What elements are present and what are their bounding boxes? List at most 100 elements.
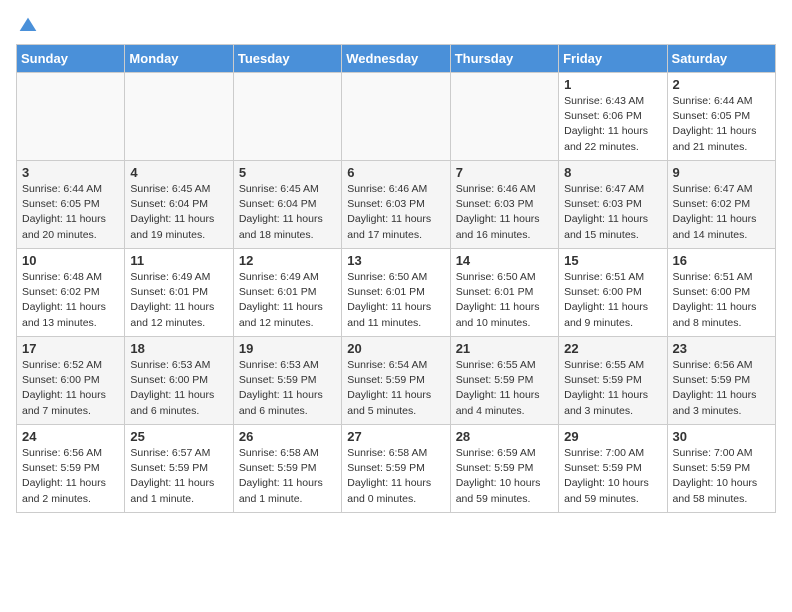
day-number: 17: [22, 341, 119, 356]
day-number: 19: [239, 341, 336, 356]
day-info: Sunrise: 6:45 AM Sunset: 6:04 PM Dayligh…: [239, 182, 336, 243]
calendar-cell: 22 Sunrise: 6:55 AM Sunset: 5:59 PM Dayli…: [559, 337, 667, 425]
day-info: Sunrise: 6:49 AM Sunset: 6:01 PM Dayligh…: [239, 270, 336, 331]
day-number: 27: [347, 429, 444, 444]
day-number: 21: [456, 341, 553, 356]
day-number: 15: [564, 253, 661, 268]
day-number: 30: [673, 429, 770, 444]
calendar-cell: 2 Sunrise: 6:44 AM Sunset: 6:05 PM Daylig…: [667, 73, 775, 161]
week-row-2: 3 Sunrise: 6:44 AM Sunset: 6:05 PM Daylig…: [17, 161, 776, 249]
calendar-header-row: SundayMondayTuesdayWednesdayThursdayFrid…: [17, 45, 776, 73]
weekday-header-wednesday: Wednesday: [342, 45, 450, 73]
day-number: 14: [456, 253, 553, 268]
calendar-cell: 20 Sunrise: 6:54 AM Sunset: 5:59 PM Dayli…: [342, 337, 450, 425]
weekday-header-saturday: Saturday: [667, 45, 775, 73]
day-info: Sunrise: 6:53 AM Sunset: 6:00 PM Dayligh…: [130, 358, 227, 419]
calendar-cell: 24 Sunrise: 6:56 AM Sunset: 5:59 PM Dayli…: [17, 425, 125, 513]
day-info: Sunrise: 6:55 AM Sunset: 5:59 PM Dayligh…: [456, 358, 553, 419]
calendar-cell: 30 Sunrise: 7:00 AM Sunset: 5:59 PM Dayli…: [667, 425, 775, 513]
day-info: Sunrise: 6:47 AM Sunset: 6:03 PM Dayligh…: [564, 182, 661, 243]
day-number: 2: [673, 77, 770, 92]
day-number: 5: [239, 165, 336, 180]
day-info: Sunrise: 6:50 AM Sunset: 6:01 PM Dayligh…: [456, 270, 553, 331]
day-info: Sunrise: 6:51 AM Sunset: 6:00 PM Dayligh…: [564, 270, 661, 331]
calendar-cell: 21 Sunrise: 6:55 AM Sunset: 5:59 PM Dayli…: [450, 337, 558, 425]
calendar-cell: 12 Sunrise: 6:49 AM Sunset: 6:01 PM Dayli…: [233, 249, 341, 337]
calendar-cell: 26 Sunrise: 6:58 AM Sunset: 5:59 PM Dayli…: [233, 425, 341, 513]
day-number: 7: [456, 165, 553, 180]
calendar-cell: 16 Sunrise: 6:51 AM Sunset: 6:00 PM Dayli…: [667, 249, 775, 337]
calendar-cell: 27Sunrise: 6:58 AM Sunset: 5:59 PM Dayli…: [342, 425, 450, 513]
day-number: 20: [347, 341, 444, 356]
calendar-cell: 14 Sunrise: 6:50 AM Sunset: 6:01 PM Dayli…: [450, 249, 558, 337]
weekday-header-friday: Friday: [559, 45, 667, 73]
calendar-cell: 18Sunrise: 6:53 AM Sunset: 6:00 PM Dayli…: [125, 337, 233, 425]
day-info: Sunrise: 6:52 AM Sunset: 6:00 PM Dayligh…: [22, 358, 119, 419]
day-info: Sunrise: 6:51 AM Sunset: 6:00 PM Dayligh…: [673, 270, 770, 331]
day-number: 28: [456, 429, 553, 444]
day-info: Sunrise: 6:45 AM Sunset: 6:04 PM Dayligh…: [130, 182, 227, 243]
calendar-cell: 7 Sunrise: 6:46 AM Sunset: 6:03 PM Daylig…: [450, 161, 558, 249]
week-row-5: 24 Sunrise: 6:56 AM Sunset: 5:59 PM Dayli…: [17, 425, 776, 513]
day-info: Sunrise: 6:47 AM Sunset: 6:02 PM Dayligh…: [673, 182, 770, 243]
day-info: Sunrise: 7:00 AM Sunset: 5:59 PM Dayligh…: [673, 446, 770, 507]
calendar-cell: 25 Sunrise: 6:57 AM Sunset: 5:59 PM Dayli…: [125, 425, 233, 513]
day-info: Sunrise: 6:59 AM Sunset: 5:59 PM Dayligh…: [456, 446, 553, 507]
weekday-header-thursday: Thursday: [450, 45, 558, 73]
day-number: 4: [130, 165, 227, 180]
page-header: [16, 16, 776, 36]
calendar-cell: [450, 73, 558, 161]
calendar-cell: [17, 73, 125, 161]
day-info: Sunrise: 6:44 AM Sunset: 6:05 PM Dayligh…: [22, 182, 119, 243]
day-info: Sunrise: 6:44 AM Sunset: 6:05 PM Dayligh…: [673, 94, 770, 155]
day-info: Sunrise: 6:56 AM Sunset: 5:59 PM Dayligh…: [673, 358, 770, 419]
day-number: 25: [130, 429, 227, 444]
calendar-cell: [342, 73, 450, 161]
calendar-cell: 29Sunrise: 7:00 AM Sunset: 5:59 PM Dayli…: [559, 425, 667, 513]
day-info: Sunrise: 6:54 AM Sunset: 5:59 PM Dayligh…: [347, 358, 444, 419]
day-number: 13: [347, 253, 444, 268]
weekday-header-tuesday: Tuesday: [233, 45, 341, 73]
calendar-cell: 5 Sunrise: 6:45 AM Sunset: 6:04 PM Daylig…: [233, 161, 341, 249]
day-info: Sunrise: 6:53 AM Sunset: 5:59 PM Dayligh…: [239, 358, 336, 419]
day-info: Sunrise: 6:50 AM Sunset: 6:01 PM Dayligh…: [347, 270, 444, 331]
day-info: Sunrise: 6:48 AM Sunset: 6:02 PM Dayligh…: [22, 270, 119, 331]
calendar-cell: 1 Sunrise: 6:43 AM Sunset: 6:06 PM Daylig…: [559, 73, 667, 161]
week-row-3: 10 Sunrise: 6:48 AM Sunset: 6:02 PM Dayli…: [17, 249, 776, 337]
weekday-header-sunday: Sunday: [17, 45, 125, 73]
calendar-cell: 28 Sunrise: 6:59 AM Sunset: 5:59 PM Dayli…: [450, 425, 558, 513]
week-row-4: 17 Sunrise: 6:52 AM Sunset: 6:00 PM Dayli…: [17, 337, 776, 425]
day-number: 16: [673, 253, 770, 268]
day-number: 3: [22, 165, 119, 180]
logo: [16, 16, 40, 36]
calendar-cell: [125, 73, 233, 161]
day-number: 22: [564, 341, 661, 356]
day-number: 12: [239, 253, 336, 268]
logo-icon: [18, 16, 38, 36]
day-info: Sunrise: 6:56 AM Sunset: 5:59 PM Dayligh…: [22, 446, 119, 507]
calendar-cell: 9Sunrise: 6:47 AM Sunset: 6:02 PM Daylig…: [667, 161, 775, 249]
day-info: Sunrise: 6:58 AM Sunset: 5:59 PM Dayligh…: [239, 446, 336, 507]
calendar-cell: 10 Sunrise: 6:48 AM Sunset: 6:02 PM Dayli…: [17, 249, 125, 337]
day-info: Sunrise: 6:46 AM Sunset: 6:03 PM Dayligh…: [456, 182, 553, 243]
day-number: 8: [564, 165, 661, 180]
day-info: Sunrise: 6:49 AM Sunset: 6:01 PM Dayligh…: [130, 270, 227, 331]
calendar-cell: [233, 73, 341, 161]
day-info: Sunrise: 6:57 AM Sunset: 5:59 PM Dayligh…: [130, 446, 227, 507]
calendar-cell: 15 Sunrise: 6:51 AM Sunset: 6:00 PM Dayli…: [559, 249, 667, 337]
day-number: 24: [22, 429, 119, 444]
day-number: 26: [239, 429, 336, 444]
day-info: Sunrise: 6:46 AM Sunset: 6:03 PM Dayligh…: [347, 182, 444, 243]
day-info: Sunrise: 6:43 AM Sunset: 6:06 PM Dayligh…: [564, 94, 661, 155]
weekday-header-monday: Monday: [125, 45, 233, 73]
calendar-cell: 23Sunrise: 6:56 AM Sunset: 5:59 PM Dayli…: [667, 337, 775, 425]
day-number: 1: [564, 77, 661, 92]
calendar-cell: 3 Sunrise: 6:44 AM Sunset: 6:05 PM Daylig…: [17, 161, 125, 249]
calendar-cell: 11Sunrise: 6:49 AM Sunset: 6:01 PM Dayli…: [125, 249, 233, 337]
day-info: Sunrise: 6:55 AM Sunset: 5:59 PM Dayligh…: [564, 358, 661, 419]
day-number: 10: [22, 253, 119, 268]
day-number: 29: [564, 429, 661, 444]
calendar-cell: 13 Sunrise: 6:50 AM Sunset: 6:01 PM Dayli…: [342, 249, 450, 337]
week-row-1: 1 Sunrise: 6:43 AM Sunset: 6:06 PM Daylig…: [17, 73, 776, 161]
day-number: 6: [347, 165, 444, 180]
